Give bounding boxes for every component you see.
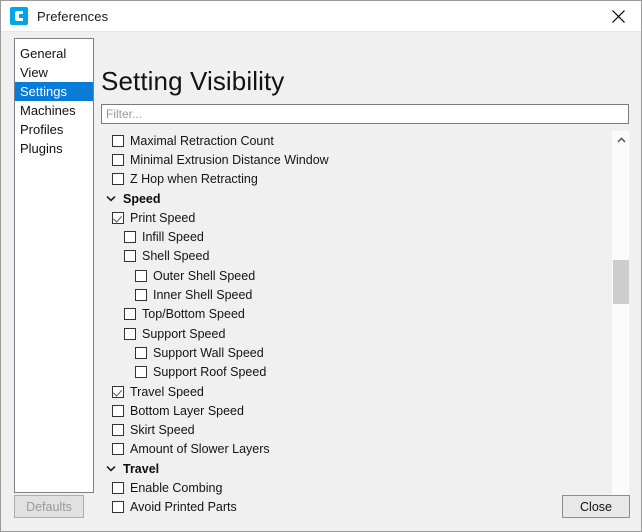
window-close-button[interactable] bbox=[595, 1, 641, 31]
setting-group-row[interactable]: Speed bbox=[101, 189, 611, 208]
setting-label: Support Speed bbox=[142, 327, 225, 341]
setting-label: Skirt Speed bbox=[130, 423, 195, 437]
setting-row[interactable]: Infill Speed bbox=[101, 227, 611, 246]
setting-checkbox[interactable] bbox=[112, 154, 124, 166]
setting-checkbox[interactable] bbox=[112, 173, 124, 185]
setting-row[interactable]: Maximal Retraction Count bbox=[101, 131, 611, 150]
sidebar-item-profiles[interactable]: Profiles bbox=[15, 120, 93, 139]
chevron-down-icon[interactable] bbox=[105, 193, 117, 205]
setting-checkbox[interactable] bbox=[135, 366, 147, 378]
scrollbar-thumb[interactable] bbox=[613, 260, 629, 304]
setting-label: Minimal Extrusion Distance Window bbox=[130, 153, 329, 167]
setting-checkbox[interactable] bbox=[135, 270, 147, 282]
preferences-category-list[interactable]: GeneralViewSettingsMachinesProfilesPlugi… bbox=[14, 38, 94, 493]
setting-row[interactable]: Support Wall Speed bbox=[101, 343, 611, 362]
setting-row[interactable]: Inner Shell Speed bbox=[101, 285, 611, 304]
setting-group-row[interactable]: Travel bbox=[101, 459, 611, 478]
dialog-footer: Defaults Close bbox=[1, 485, 641, 531]
setting-checkbox[interactable] bbox=[124, 308, 136, 320]
dialog-content: GeneralViewSettingsMachinesProfilesPlugi… bbox=[1, 32, 641, 531]
setting-label: Bottom Layer Speed bbox=[130, 404, 244, 418]
setting-label: Print Speed bbox=[130, 211, 195, 225]
setting-label: Shell Speed bbox=[142, 249, 209, 263]
setting-checkbox[interactable] bbox=[124, 250, 136, 262]
setting-label: Infill Speed bbox=[142, 230, 204, 244]
preferences-window: Preferences GeneralViewSettingsMachinesP… bbox=[0, 0, 642, 532]
cura-logo-icon bbox=[10, 7, 28, 25]
setting-row[interactable]: Shell Speed bbox=[101, 247, 611, 266]
setting-label: Travel Speed bbox=[130, 385, 204, 399]
window-title: Preferences bbox=[37, 9, 108, 24]
setting-label: Inner Shell Speed bbox=[153, 288, 252, 302]
sidebar-item-plugins[interactable]: Plugins bbox=[15, 139, 93, 158]
title-bar: Preferences bbox=[1, 1, 641, 32]
filter-input[interactable] bbox=[101, 104, 629, 124]
setting-checkbox[interactable] bbox=[112, 212, 124, 224]
list-scrollbar[interactable] bbox=[611, 131, 629, 517]
scrollbar-track[interactable] bbox=[612, 148, 630, 500]
setting-row[interactable]: Skirt Speed bbox=[101, 420, 611, 439]
setting-row[interactable]: Minimal Extrusion Distance Window bbox=[101, 150, 611, 169]
setting-checkbox[interactable] bbox=[124, 328, 136, 340]
scroll-up-button[interactable] bbox=[612, 131, 630, 148]
setting-row[interactable]: Amount of Slower Layers bbox=[101, 440, 611, 459]
setting-label: Outer Shell Speed bbox=[153, 269, 255, 283]
setting-checkbox[interactable] bbox=[135, 347, 147, 359]
close-icon bbox=[611, 9, 626, 24]
setting-visibility-list[interactable]: Maximal Retraction Count Minimal Extrusio… bbox=[101, 131, 611, 517]
setting-label: Maximal Retraction Count bbox=[130, 134, 274, 148]
setting-label: Top/Bottom Speed bbox=[142, 307, 245, 321]
settings-pane: Setting Visibility Maximal Retraction Co… bbox=[100, 32, 641, 531]
page-title: Setting Visibility bbox=[101, 68, 284, 94]
setting-row[interactable]: Z Hop when Retracting bbox=[101, 170, 611, 189]
setting-label: Z Hop when Retracting bbox=[130, 172, 258, 186]
setting-row[interactable]: Print Speed bbox=[101, 208, 611, 227]
setting-row[interactable]: Travel Speed bbox=[101, 382, 611, 401]
defaults-button[interactable]: Defaults bbox=[14, 495, 84, 518]
setting-label: Support Roof Speed bbox=[153, 365, 266, 379]
setting-label: Travel bbox=[123, 462, 159, 476]
setting-row[interactable]: Support Speed bbox=[101, 324, 611, 343]
setting-label: Support Wall Speed bbox=[153, 346, 264, 360]
setting-row[interactable]: Outer Shell Speed bbox=[101, 266, 611, 285]
setting-checkbox[interactable] bbox=[112, 443, 124, 455]
setting-checkbox[interactable] bbox=[135, 289, 147, 301]
setting-checkbox[interactable] bbox=[112, 135, 124, 147]
close-button[interactable]: Close bbox=[562, 495, 630, 518]
setting-row[interactable]: Support Roof Speed bbox=[101, 363, 611, 382]
setting-label: Amount of Slower Layers bbox=[130, 442, 270, 456]
sidebar-item-machines[interactable]: Machines bbox=[15, 101, 93, 120]
sidebar-item-view[interactable]: View bbox=[15, 63, 93, 82]
setting-checkbox[interactable] bbox=[112, 386, 124, 398]
setting-row[interactable]: Top/Bottom Speed bbox=[101, 305, 611, 324]
sidebar-item-settings[interactable]: Settings bbox=[15, 82, 93, 101]
setting-checkbox[interactable] bbox=[112, 424, 124, 436]
setting-row[interactable]: Bottom Layer Speed bbox=[101, 401, 611, 420]
setting-checkbox[interactable] bbox=[112, 405, 124, 417]
setting-label: Speed bbox=[123, 192, 161, 206]
chevron-down-icon[interactable] bbox=[105, 463, 117, 475]
setting-checkbox[interactable] bbox=[124, 231, 136, 243]
chevron-up-icon bbox=[617, 137, 626, 143]
sidebar-item-general[interactable]: General bbox=[15, 44, 93, 63]
